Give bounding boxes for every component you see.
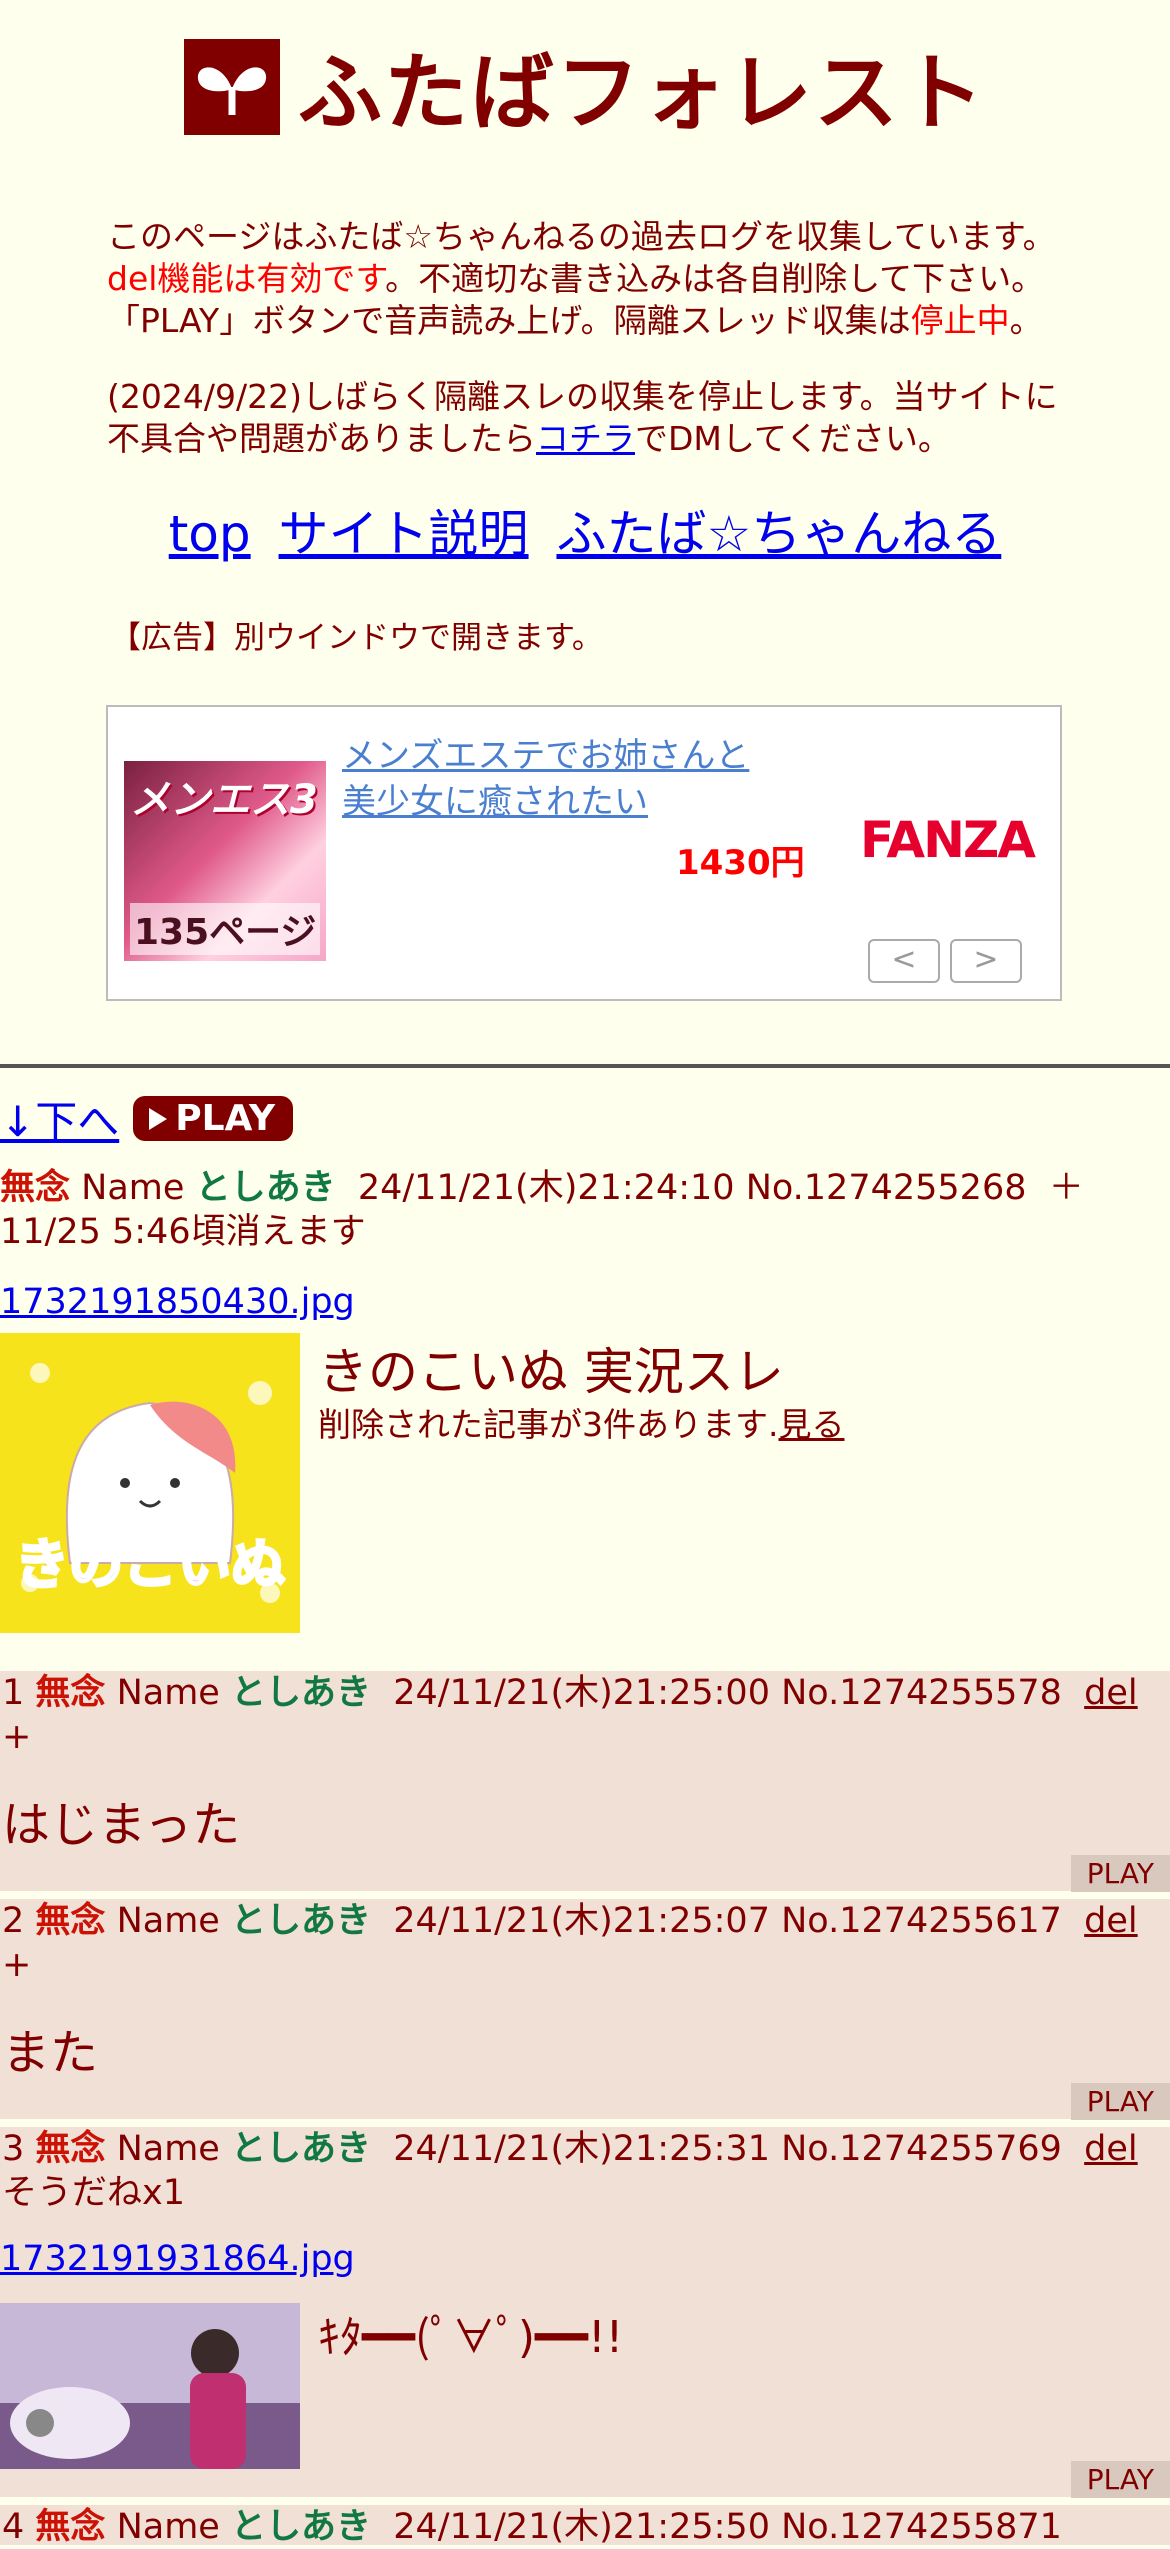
op-header: 無念 Name としあき 24/11/21(木)21:24:10 No.1274…	[0, 1166, 1165, 1254]
reply-post-number[interactable]: No.1274255617	[781, 1901, 1062, 1941]
reply-file: 1732191931864.jpg	[0, 2239, 1170, 2279]
thread-controls: ↓下へ PLAY	[0, 1088, 294, 1149]
ad-next-button[interactable]: >	[950, 939, 1022, 983]
reply-subject: 無念	[35, 1673, 106, 1713]
ad-brand-logo[interactable]: FANZA	[860, 811, 1036, 869]
reply-name-label: Name	[116, 2129, 220, 2169]
reply-number: 1	[2, 1673, 25, 1713]
contact-link[interactable]: コチラ	[536, 419, 635, 458]
ad-banner[interactable]: メンエス3 135ページ メンズエステでお姉さんと美少女に癒されたい 1430円…	[106, 705, 1062, 1001]
play-button[interactable]: PLAY	[133, 1096, 294, 1141]
anime-scene-image	[0, 2303, 300, 2469]
op-file-link[interactable]: 1732191850430.jpg	[0, 1282, 355, 1322]
reply-file-link[interactable]: 1732191931864.jpg	[0, 2239, 355, 2279]
op-number[interactable]: No.1274255268	[746, 1168, 1027, 1208]
reply-number: 3	[2, 2129, 25, 2169]
reply-play-button[interactable]: PLAY	[1070, 2083, 1170, 2120]
intro-paragraph-1: このページはふたば☆ちゃんねるの過去ログを収集しています。del機能は有効です。…	[107, 217, 1056, 340]
reply-datetime: 24/11/21(木)21:25:50	[393, 2507, 770, 2547]
op-name-label: Name	[81, 1168, 185, 1208]
reply-datetime: 24/11/21(木)21:25:00	[393, 1673, 770, 1713]
reply-soudane[interactable]: +	[2, 1945, 31, 1985]
sprout-icon	[183, 38, 280, 135]
del-link[interactable]: del	[1084, 1673, 1137, 1713]
reply-post-number[interactable]: No.1274255871	[781, 2507, 1062, 2547]
op-file: 1732191850430.jpg	[0, 1282, 355, 1322]
nav-futaba-link[interactable]: ふたば☆ちゃんねる	[556, 505, 1001, 563]
op-subject: 無念	[0, 1168, 71, 1208]
op-name: としあき	[195, 1168, 336, 1208]
ad-prev-button[interactable]: <	[868, 939, 940, 983]
reply-name-label: Name	[116, 2507, 220, 2547]
reply-header: 2 無念 Name としあき 24/11/21(木)21:25:07 No.12…	[0, 1899, 1162, 1987]
ad-price: 1430円	[676, 843, 805, 883]
reply-number: 4	[2, 2507, 25, 2547]
ad-title-link[interactable]: メンズエステでお姉さんと美少女に癒されたい	[342, 733, 782, 825]
intro-text: このページはふたば☆ちゃんねるの過去ログを収集しています。del機能は有効です。…	[107, 216, 1063, 460]
reply-play-button[interactable]: PLAY	[1070, 2461, 1170, 2498]
play-icon	[149, 1107, 168, 1130]
reply-name: としあき	[230, 1901, 371, 1941]
reply-post: 1 無念 Name としあき 24/11/21(木)21:25:00 No.12…	[0, 1671, 1170, 1892]
reply-thumbnail[interactable]	[0, 2303, 300, 2469]
reply-soudane[interactable]: +	[2, 1717, 31, 1757]
reply-post-number[interactable]: No.1274255769	[781, 2129, 1062, 2169]
reply-name: としあき	[230, 2507, 371, 2547]
nav-top-link[interactable]: top	[169, 505, 251, 563]
op-title: きのこいぬ 実況スレ	[318, 1343, 784, 1401]
reply-name-label: Name	[116, 1901, 220, 1941]
scroll-down-link[interactable]: ↓下へ	[0, 1088, 119, 1149]
op-deleted-notice: 削除された記事が3件あります.見る	[318, 1405, 845, 1444]
ad-thumb-pages: 135ページ	[130, 903, 321, 955]
main-nav: top サイト説明 ふたば☆ちゃんねる	[0, 494, 1170, 566]
reply-datetime: 24/11/21(木)21:25:31	[393, 2129, 770, 2169]
reply-post: 4 無念 Name としあき 24/11/21(木)21:25:50 No.12…	[0, 2505, 1170, 2547]
op-thumbnail[interactable]: きのこいぬ	[0, 1333, 300, 1633]
reply-subject: 無念	[35, 2507, 106, 2547]
reply-header: 1 無念 Name としあき 24/11/21(木)21:25:00 No.12…	[0, 1671, 1162, 1759]
del-link[interactable]: del	[1084, 2129, 1137, 2169]
reply-post: 2 無念 Name としあき 24/11/21(木)21:25:07 No.12…	[0, 1899, 1170, 2120]
reply-body: はじまった	[2, 1797, 241, 1853]
show-deleted-link[interactable]: 見る	[779, 1405, 845, 1444]
op-thumb-caption: きのこいぬ	[15, 1533, 285, 1596]
op-datetime: 24/11/21(木)21:24:10	[357, 1168, 735, 1208]
site-title: ふたばフォレスト	[297, 44, 986, 142]
ad-thumb-title: メンエス3	[130, 777, 318, 823]
reply-body: また	[2, 2025, 99, 2081]
play-button-label: PLAY	[175, 1098, 276, 1139]
reply-play-button[interactable]: PLAY	[1070, 1855, 1170, 1892]
kinokoinu-image: きのこいぬ	[0, 1333, 300, 1633]
reply-name: としあき	[230, 2129, 371, 2169]
divider	[0, 1064, 1170, 1068]
intro-paragraph-2: (2024/9/22)しばらく隔離スレの収集を停止します。当サイトに不具合や問題…	[107, 377, 1058, 458]
reply-header: 3 無念 Name としあき 24/11/21(木)21:25:31 No.12…	[0, 2127, 1162, 2215]
reply-soudane[interactable]: そうだねx1	[2, 2173, 185, 2213]
reply-number: 2	[2, 1901, 25, 1941]
reply-header: 4 無念 Name としあき 24/11/21(木)21:25:50 No.12…	[0, 2505, 1162, 2549]
ad-thumbnail[interactable]: メンエス3 135ページ	[124, 761, 326, 961]
reply-name: としあき	[230, 1673, 371, 1713]
reply-name-label: Name	[116, 1673, 220, 1713]
reply-body: ｷﾀ━━(ﾟ∀ﾟ)━━!!	[318, 2312, 624, 2363]
nav-about-link[interactable]: サイト説明	[279, 505, 529, 563]
reply-post-number[interactable]: No.1274255578	[781, 1673, 1062, 1713]
del-link[interactable]: del	[1084, 1901, 1137, 1941]
reply-subject: 無念	[35, 1901, 106, 1941]
logo[interactable]: ふたばフォレスト	[183, 26, 986, 147]
reply-post: 3 無念 Name としあき 24/11/21(木)21:25:31 No.12…	[0, 2127, 1170, 2498]
reply-datetime: 24/11/21(木)21:25:07	[393, 1901, 770, 1941]
reply-subject: 無念	[35, 2129, 106, 2169]
ad-label: 【広告】別ウインドウで開きます。	[110, 620, 603, 656]
site-header: ふたばフォレスト	[0, 0, 1170, 142]
